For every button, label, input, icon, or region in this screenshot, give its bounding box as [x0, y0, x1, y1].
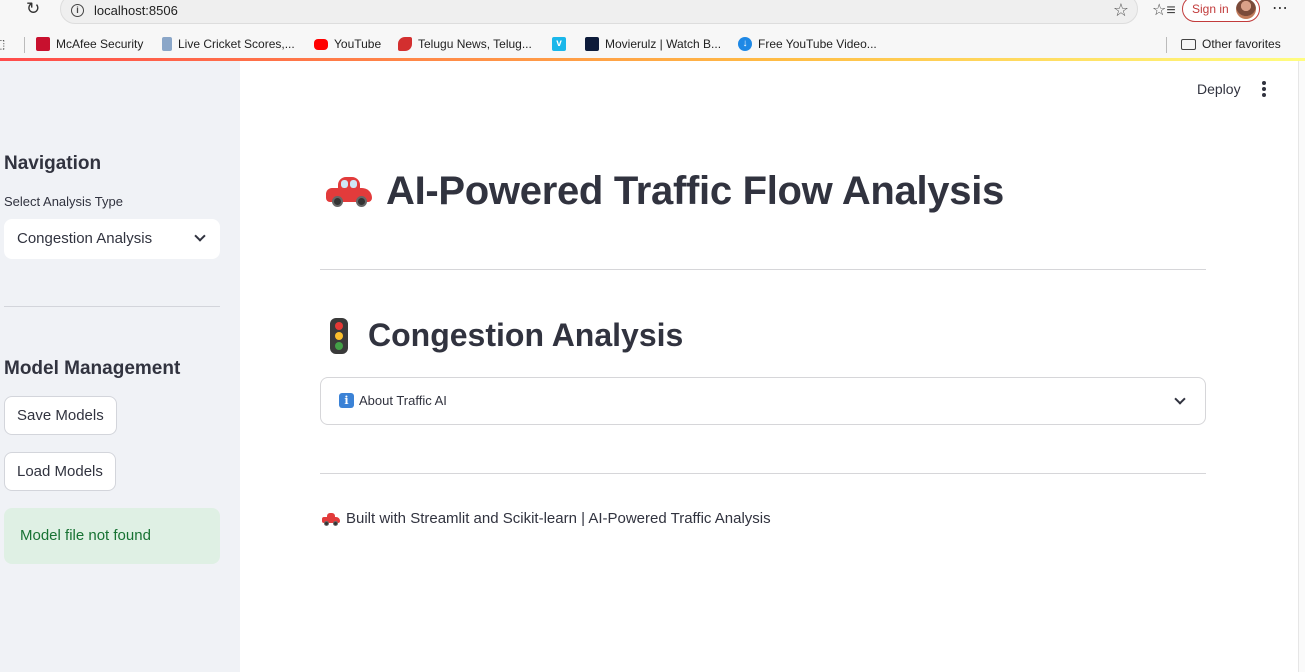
bookmarks-bar: ⬚ McAfee Security Live Cricket Scores,..… [0, 30, 1305, 58]
bookmarks-divider-right [1166, 37, 1167, 53]
expander-label: About Traffic AI [359, 393, 447, 408]
bookmark-telugu-news[interactable]: Telugu News, Telug... [398, 35, 532, 53]
bookmark-youtube[interactable]: YouTube [314, 35, 381, 53]
youtube-icon [314, 38, 328, 50]
chevron-down-icon [1174, 393, 1186, 405]
sign-in-label: Sign in [1192, 2, 1229, 16]
select-label: Select Analysis Type [4, 194, 123, 209]
vimeo-icon: v [552, 37, 566, 51]
car-icon [326, 175, 372, 209]
bookmark-movierulz[interactable]: Movierulz | Watch B... [585, 35, 721, 53]
model-management-heading: Model Management [4, 358, 181, 379]
more-icon[interactable]: ⋯ [1272, 0, 1289, 18]
mcafee-icon [36, 37, 50, 51]
main-menu-icon[interactable] [1260, 81, 1268, 97]
page-title-row: AI-Powered Traffic Flow Analysis [326, 169, 1004, 214]
footer-text: Built with Streamlit and Scikit-learn | … [346, 510, 771, 527]
folder-icon [1181, 38, 1196, 50]
bookmark-mcafee[interactable]: McAfee Security [36, 35, 143, 53]
bookmark-free-youtube[interactable]: ↓ Free YouTube Video... [738, 35, 877, 53]
page-title: AI-Powered Traffic Flow Analysis [386, 169, 1004, 213]
main-content: Deploy AI-Powered Traffic Flow Analysis [240, 61, 1298, 672]
divider-top [320, 269, 1206, 270]
subheader-row: Congestion Analysis [330, 317, 683, 354]
sign-in-button[interactable]: Sign in [1182, 0, 1260, 22]
success-alert: Model file not found [4, 508, 220, 564]
sidebar: Navigation Select Analysis Type Congesti… [0, 61, 240, 672]
collections-icon[interactable]: ⬚ [0, 35, 5, 53]
star-icon[interactable]: ☆ [1113, 0, 1129, 21]
footer: Built with Streamlit and Scikit-learn | … [322, 510, 771, 527]
news-icon [398, 37, 412, 51]
scrollbar[interactable] [1298, 61, 1305, 672]
browser-toolbar: ↻ i localhost:8506 ☆ ☆≡ Sign in ⋯ [0, 0, 1305, 30]
analysis-type-select[interactable]: Congestion Analysis [4, 219, 220, 259]
address-bar[interactable]: i localhost:8506 ☆ [60, 0, 1138, 24]
reload-icon[interactable]: ↻ [26, 0, 46, 20]
bookmarks-divider [24, 37, 25, 53]
movierulz-icon [585, 37, 599, 51]
chevron-down-icon [194, 230, 206, 242]
url-text[interactable]: localhost:8506 [94, 3, 178, 18]
load-models-button[interactable]: Load Models [4, 452, 116, 491]
download-icon: ↓ [738, 37, 752, 51]
divider-bottom [320, 473, 1206, 474]
navigation-heading: Navigation [4, 153, 102, 174]
cricket-icon [162, 37, 172, 51]
save-models-button[interactable]: Save Models [4, 396, 117, 435]
about-expander[interactable]: i About Traffic AI [320, 377, 1206, 425]
alert-text: Model file not found [20, 527, 151, 544]
site-info-icon[interactable]: i [71, 4, 84, 17]
car-icon-small [322, 512, 340, 526]
bookmark-cricket[interactable]: Live Cricket Scores,... [162, 35, 295, 53]
favorites-icon[interactable]: ☆≡ [1152, 0, 1176, 20]
sidebar-divider [4, 306, 220, 307]
section-subheader: Congestion Analysis [368, 317, 684, 353]
other-favorites[interactable]: Other favorites [1181, 35, 1281, 53]
deploy-button[interactable]: Deploy [1197, 81, 1241, 97]
info-icon: i [339, 393, 354, 408]
traffic-light-icon [330, 317, 348, 354]
avatar [1236, 0, 1256, 19]
select-value: Congestion Analysis [17, 230, 153, 247]
streamlit-app: Navigation Select Analysis Type Congesti… [0, 61, 1305, 672]
bookmark-vimeo[interactable]: v [552, 35, 566, 53]
